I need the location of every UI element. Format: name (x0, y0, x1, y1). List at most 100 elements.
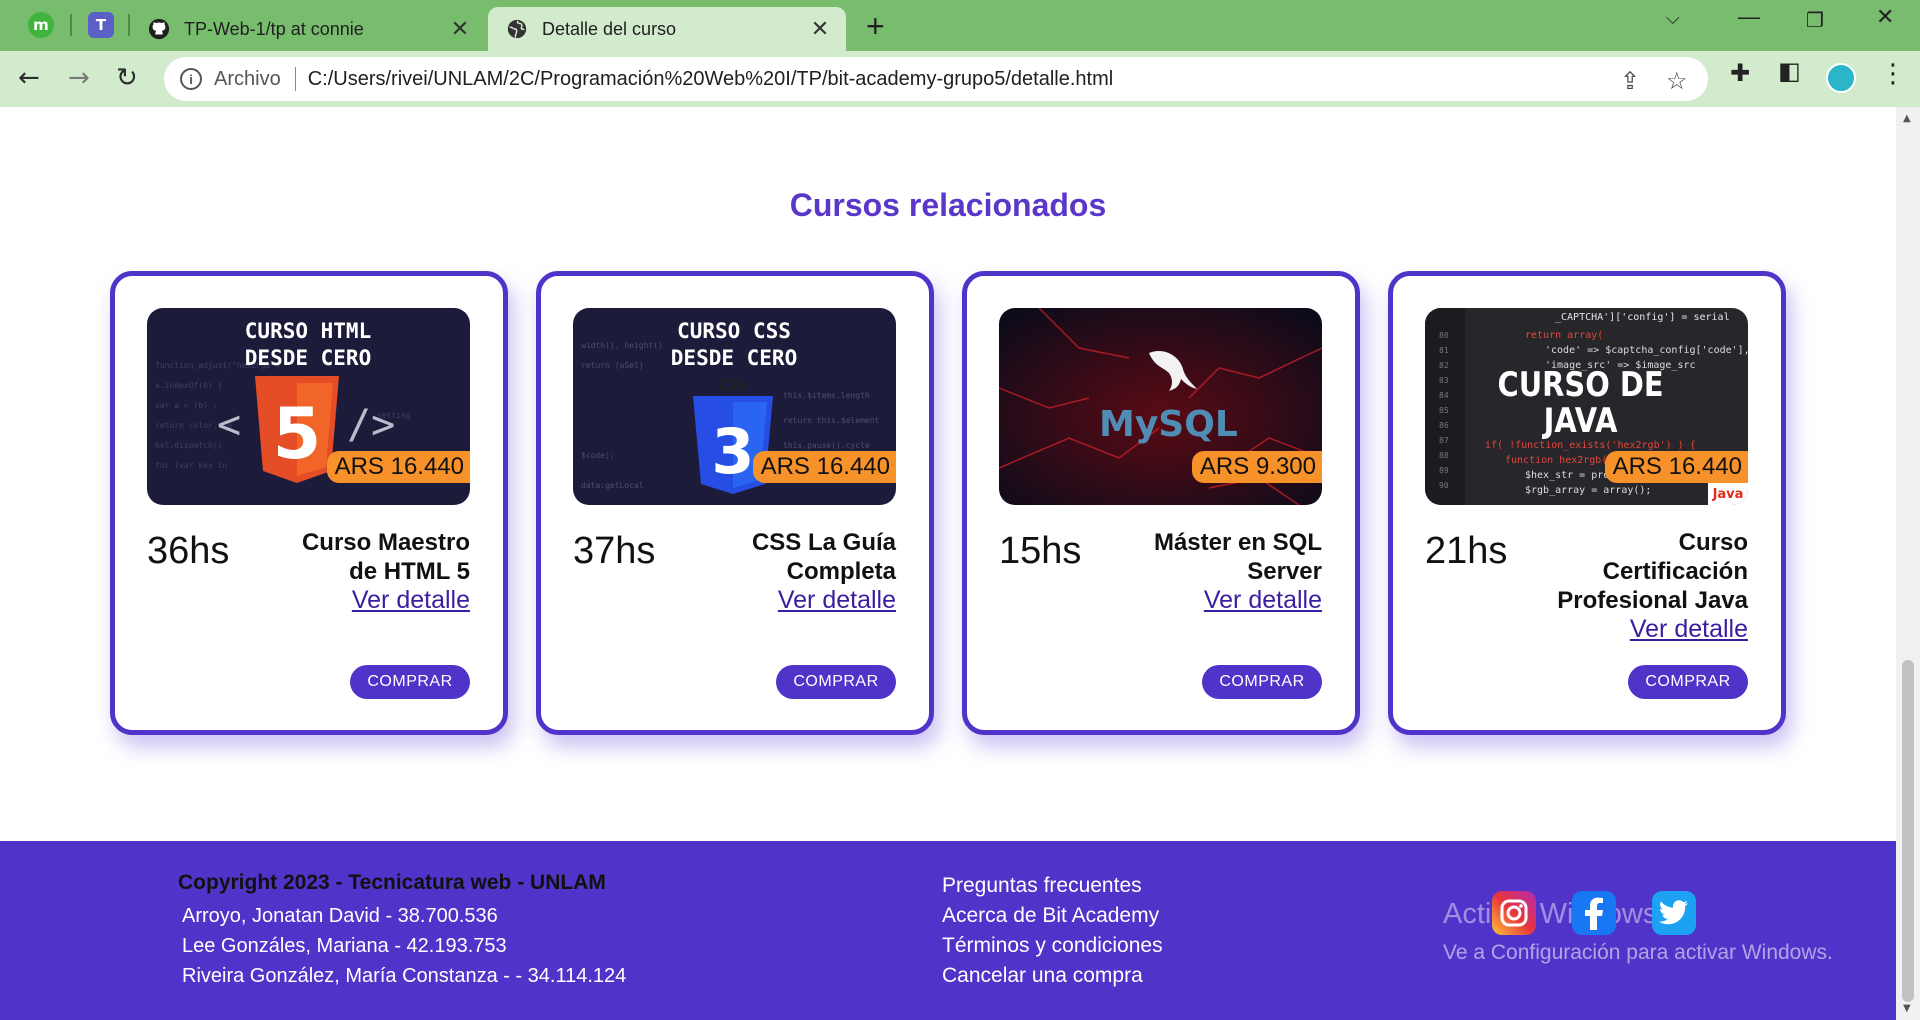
address-bar[interactable]: i Archivo C:/Users/rivei/UNLAM/2C/Progra… (164, 57, 1708, 101)
facebook-icon[interactable] (1572, 891, 1616, 935)
course-hours: 21hs (1425, 530, 1508, 572)
side-panel-icon[interactable]: ◧ (1778, 57, 1801, 85)
course-card: width(), height() return (aSel) $code); da… (536, 271, 934, 735)
footer-link-about[interactable]: Acerca de Bit Academy (942, 904, 1159, 928)
svg-text:width(), height(): width(), height() (581, 341, 663, 350)
course-title-block: Máster en SQL Server Ver detalle (1122, 528, 1322, 615)
svg-text:data:getLocal: data:getLocal (581, 481, 644, 490)
footer-copyright: Copyright 2023 - Tecnicatura web - UNLAM (178, 871, 606, 894)
share-icon[interactable]: ⇪ (1620, 67, 1640, 96)
pinned-tab-teams[interactable]: T (88, 12, 114, 38)
course-card: 80 81 82 83 84 85 86 87 88 89 90 _CAPTCHA']['con… (1388, 271, 1786, 735)
price-badge: ARS 16.440 (326, 451, 470, 483)
tab-search-chevron-icon[interactable]: ⌵ (1666, 8, 1680, 29)
profile-avatar[interactable] (1826, 63, 1856, 93)
svg-text:80: 80 (1439, 331, 1449, 340)
svg-text:86: 86 (1439, 421, 1449, 430)
ver-detalle-link[interactable]: Ver detalle (1122, 586, 1322, 615)
menu-kebab-icon[interactable]: ⋮ (1880, 59, 1906, 89)
svg-text:return (aSel): return (aSel) (581, 361, 644, 370)
close-icon[interactable]: ✕ (806, 16, 834, 42)
footer-link-terms[interactable]: Términos y condiciones (942, 934, 1163, 958)
page-viewport: Cursos relacionados function_adjust("hex… (0, 107, 1896, 1020)
price-badge: ARS 16.440 (1604, 451, 1748, 483)
svg-text:this.$items.length: this.$items.length (783, 391, 870, 400)
back-button[interactable]: ← (18, 63, 40, 93)
image-caption: CURSO CSS (677, 319, 791, 343)
image-caption: DESDE CERO (671, 346, 797, 370)
scrollbar-thumb[interactable] (1902, 660, 1914, 1002)
footer-member: Riveira González, María Constanza - - 34… (182, 965, 627, 987)
svg-text:return array(: return array( (1525, 330, 1603, 341)
svg-text:Java: Java (1712, 487, 1744, 502)
forward-button[interactable]: → (68, 63, 90, 93)
svg-text:$code);: $code); (581, 451, 615, 460)
scroll-up-arrow-icon[interactable]: ▲ (1903, 113, 1911, 124)
course-image: MySQL ARS 9.300 (999, 308, 1322, 505)
pinned-tab-miro[interactable]: m (28, 12, 54, 38)
instagram-icon[interactable] (1492, 891, 1536, 935)
svg-text:a.indexOf(b) {: a.indexOf(b) { (155, 381, 222, 390)
file-scheme-label: Archivo (214, 67, 281, 90)
tab-github[interactable]: TP-Web-1/tp at connie ✕ (130, 7, 486, 51)
comprar-button[interactable]: COMPRAR (1202, 665, 1322, 699)
svg-text:5: 5 (273, 393, 322, 475)
ver-detalle-link[interactable]: Ver detalle (270, 586, 470, 615)
svg-text:_CAPTCHA']['config'] = serial: _CAPTCHA']['config'] = serial (1555, 312, 1730, 323)
close-icon[interactable]: ✕ (446, 16, 474, 42)
svg-text:this.pause().cycle: this.pause().cycle (783, 441, 870, 450)
comprar-button[interactable]: COMPRAR (1628, 665, 1748, 699)
svg-text:90: 90 (1439, 481, 1449, 490)
course-image: 80 81 82 83 84 85 86 87 88 89 90 _CAPTCHA']['con… (1425, 308, 1748, 505)
browser-toolbar: ← → ↻ i Archivo C:/Users/rivei/UNLAM/2C/… (0, 51, 1920, 107)
extensions-puzzle-icon[interactable]: ✚ (1730, 59, 1750, 87)
price-badge: ARS 9.300 (1191, 451, 1322, 483)
course-card: MySQL ARS 9.300 15hs Máster en SQL Serve… (962, 271, 1360, 735)
bookmark-star-icon[interactable]: ☆ (1666, 67, 1688, 96)
svg-text:88: 88 (1439, 451, 1449, 460)
svg-text:81: 81 (1439, 346, 1449, 355)
tab-divider (70, 14, 72, 36)
minimize-button[interactable]: — (1738, 4, 1760, 30)
page-scrollbar[interactable]: ▲ ▼ (1896, 107, 1920, 1020)
svg-text:return this.$element: return this.$element (783, 416, 880, 425)
comprar-button[interactable]: COMPRAR (350, 665, 470, 699)
image-caption: CURSO HTML (245, 319, 371, 343)
scroll-down-arrow-icon[interactable]: ▼ (1903, 1003, 1911, 1014)
new-tab-button[interactable]: + (866, 8, 885, 45)
course-title: Máster en SQL Server (1153, 529, 1322, 585)
ver-detalle-link[interactable]: Ver detalle (1548, 615, 1748, 644)
footer-member: Lee Gonzáles, Mariana - 42.193.753 (182, 935, 507, 957)
course-title-block: CSS La Guía Completa Ver detalle (696, 528, 896, 615)
reload-button[interactable]: ↻ (116, 63, 138, 93)
footer-link-cancel[interactable]: Cancelar una compra (942, 964, 1143, 988)
course-card: function_adjust("hex2rgb") a.indexOf(b) {… (110, 271, 508, 735)
svg-text:'code' => $captcha_config['cod: 'code' => $captcha_config['code'], (1545, 345, 1748, 356)
twitter-icon[interactable] (1652, 891, 1696, 935)
restore-button[interactable]: ❐ (1806, 8, 1824, 33)
footer-member: Arroyo, Jonatan David - 38.700.536 (182, 905, 498, 927)
svg-text:89: 89 (1439, 466, 1449, 475)
tab-detalle-curso[interactable]: Detalle del curso ✕ (488, 7, 846, 51)
comprar-button[interactable]: COMPRAR (776, 665, 896, 699)
svg-text:$rgb_array = array();: $rgb_array = array(); (1525, 485, 1651, 496)
divider (294, 67, 296, 91)
ver-detalle-link[interactable]: Ver detalle (696, 586, 896, 615)
site-info-icon[interactable]: i (180, 68, 202, 90)
windows-activation-hint: Ve a Configuración para activar Windows. (1443, 941, 1833, 964)
course-image: width(), height() return (aSel) $code); da… (573, 308, 896, 505)
window-close-button[interactable]: ✕ (1876, 4, 1894, 30)
image-caption: MySQL (1099, 404, 1238, 445)
windows-activation-title: Activar Windows (1443, 898, 1658, 930)
svg-text:for (var key in: for (var key in (155, 461, 227, 470)
svg-text:/>: /> (347, 402, 395, 448)
course-title-block: Curso Certificación Profesional Java Ver… (1548, 528, 1748, 644)
section-title: Cursos relacionados (789, 187, 1107, 223)
svg-text:83: 83 (1439, 376, 1449, 385)
svg-text:84: 84 (1439, 391, 1449, 400)
svg-text:85: 85 (1439, 406, 1449, 415)
footer-link-faq[interactable]: Preguntas frecuentes (942, 874, 1142, 898)
url-text[interactable]: C:/Users/rivei/UNLAM/2C/Programación%20W… (308, 68, 1114, 91)
course-title: Curso Certificación Profesional Java (1557, 529, 1748, 614)
course-hours: 15hs (999, 530, 1082, 572)
